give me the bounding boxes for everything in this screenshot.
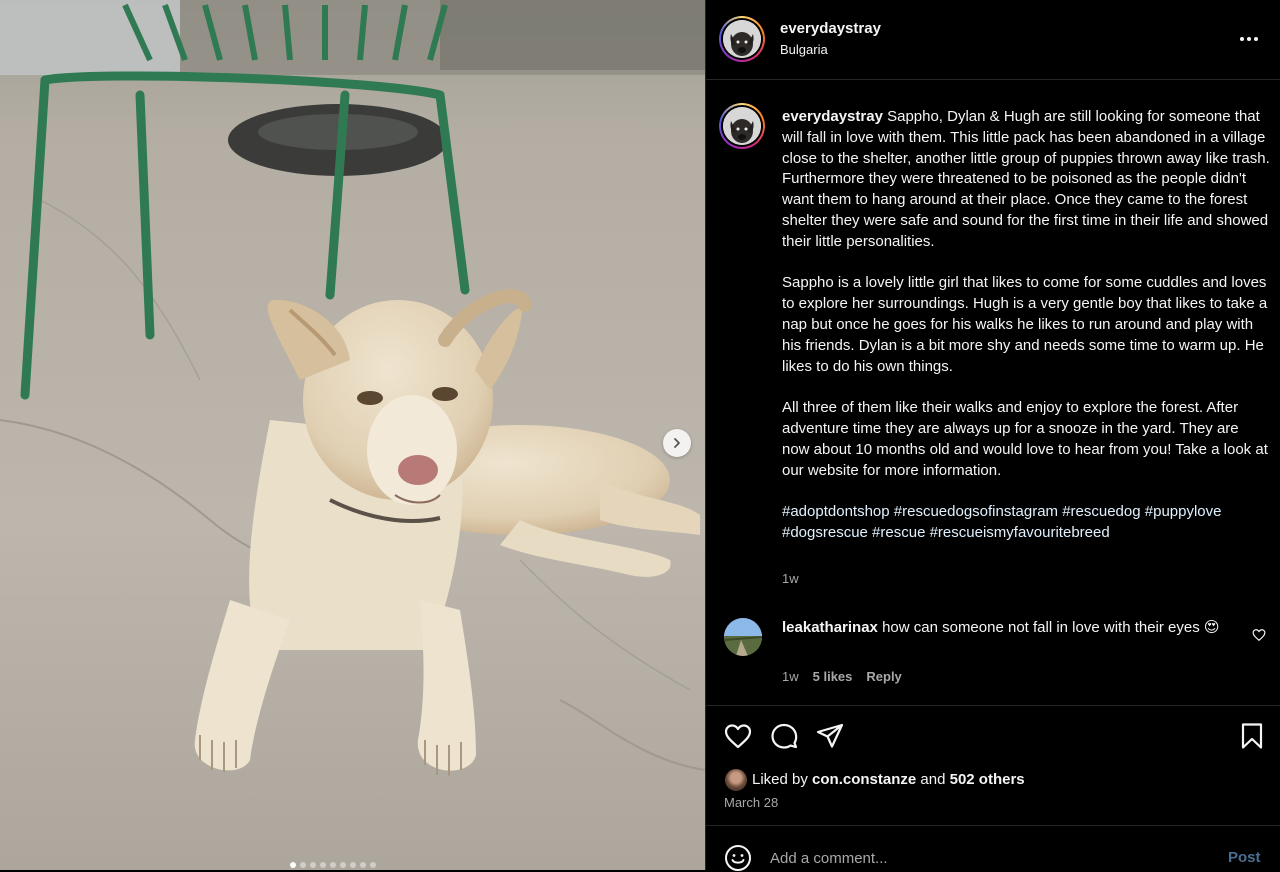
caption-text: Sappho, Dylan & Hugh are still looking f… xyxy=(782,108,1270,250)
emoji-icon[interactable] xyxy=(724,844,752,872)
liker-avatar[interactable] xyxy=(724,768,748,792)
commenter-avatar[interactable] xyxy=(724,618,762,656)
post-date[interactable]: March 28 xyxy=(724,795,778,810)
liked-by-others[interactable]: 502 others xyxy=(950,771,1025,788)
post-photo xyxy=(0,0,705,870)
post-media[interactable] xyxy=(0,0,705,870)
caption-paragraph-2: Sappho is a lovely little girl that like… xyxy=(782,274,1268,375)
comment-body: leakatharinax how can someone not fall i… xyxy=(782,618,1232,639)
chevron-right-icon xyxy=(674,438,680,448)
post-caption: everydaystray Sappho, Dylan & Hugh are s… xyxy=(782,107,1270,544)
carousel-dot xyxy=(370,862,376,868)
carousel-dot xyxy=(360,862,366,868)
carousel-dot xyxy=(310,862,316,868)
dog-avatar-image xyxy=(723,107,761,145)
caption-paragraph-3: All three of them like their walks and e… xyxy=(782,399,1268,479)
actions-divider xyxy=(706,705,1280,706)
caption-author-avatar[interactable] xyxy=(719,103,765,149)
carousel-dot xyxy=(320,862,326,868)
comment-timestamp: 1w xyxy=(782,669,799,684)
carousel-dot xyxy=(340,862,346,868)
liked-by-summary: Liked by con.constanze and 502 others xyxy=(752,771,1025,788)
post-panel: everydaystray Bulgaria everydaystray Sap… xyxy=(705,0,1280,872)
carousel-dot xyxy=(300,862,306,868)
carousel-indicator xyxy=(290,862,376,868)
comment-text: how can someone not fall in love with th… xyxy=(882,619,1220,636)
more-horizontal-icon[interactable] xyxy=(1234,28,1264,50)
liked-by-prefix: Liked by xyxy=(752,771,808,788)
post-comment-button[interactable]: Post xyxy=(1228,849,1261,866)
caption-hashtags[interactable]: #adoptdontshop #rescuedogsofinstagram #r… xyxy=(782,502,1270,544)
post-header: everydaystray Bulgaria xyxy=(706,0,1280,80)
comment-icon[interactable] xyxy=(769,721,799,751)
commenter-username[interactable]: leakatharinax xyxy=(782,619,878,636)
carousel-next-button[interactable] xyxy=(663,429,691,457)
bookmark-icon[interactable] xyxy=(1237,721,1267,751)
carousel-dot xyxy=(290,862,296,868)
liked-by-user[interactable]: con.constanze xyxy=(812,771,916,788)
liked-by-and: and xyxy=(920,771,946,788)
heart-icon[interactable] xyxy=(723,721,753,751)
author-avatar[interactable] xyxy=(719,16,765,62)
caption-timestamp: 1w xyxy=(782,571,799,586)
post-location[interactable]: Bulgaria xyxy=(780,42,828,57)
heart-icon[interactable] xyxy=(1252,628,1266,642)
comment-likes[interactable]: 5 likes xyxy=(813,669,853,684)
add-comment-divider xyxy=(706,825,1280,826)
caption-username[interactable]: everydaystray xyxy=(782,108,883,125)
landscape-avatar-image xyxy=(724,618,762,656)
caption-paragraph-1: everydaystray Sappho, Dylan & Hugh are s… xyxy=(782,107,1270,253)
comment-meta: 1w 5 likes Reply xyxy=(782,669,902,684)
comment-reply-button[interactable]: Reply xyxy=(866,669,901,684)
carousel-dot xyxy=(350,862,356,868)
share-icon[interactable] xyxy=(815,721,845,751)
dog-avatar-image xyxy=(723,20,761,58)
carousel-dot xyxy=(330,862,336,868)
add-comment-input[interactable] xyxy=(770,844,1190,872)
author-username[interactable]: everydaystray xyxy=(780,20,881,37)
